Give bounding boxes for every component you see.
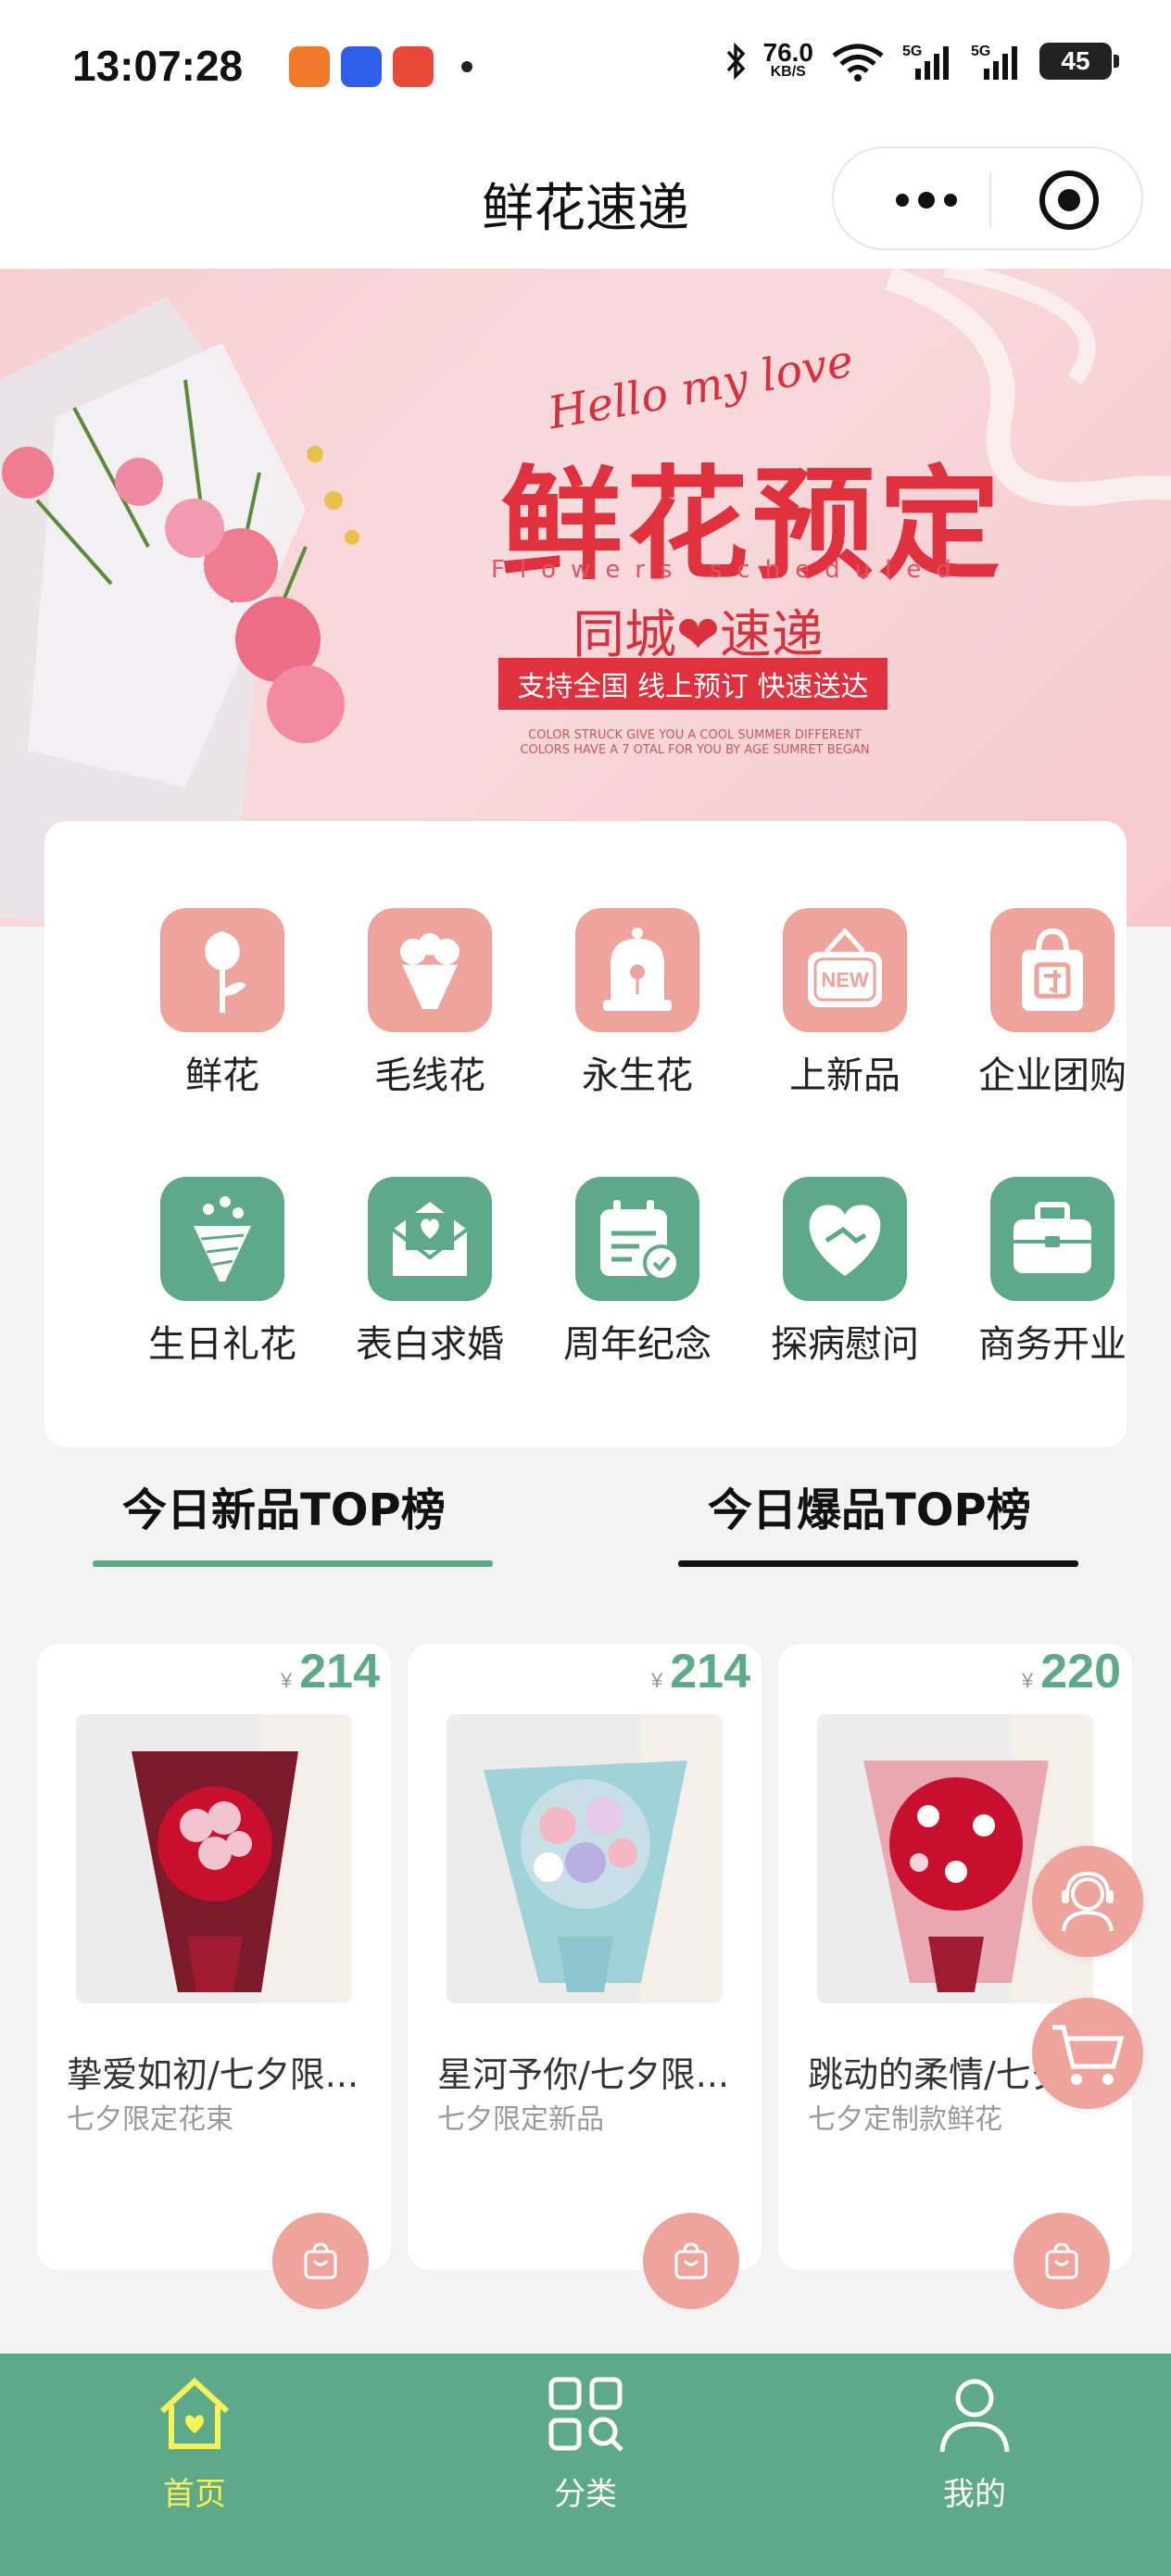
product-name: 挚爱如初/七夕限... xyxy=(67,2054,359,2095)
title-bar: 鲜花速递 xyxy=(0,139,1171,269)
product-subtitle: 七夕限定新品 xyxy=(437,2103,604,2136)
product-subtitle: 七夕定制款鲜花 xyxy=(808,2103,1002,2136)
bluetooth-icon xyxy=(726,42,745,81)
svg-text:NEW: NEW xyxy=(821,968,869,991)
shopping-cart-icon xyxy=(1052,2025,1125,2085)
notification-icons xyxy=(289,46,472,87)
signal-5g-icon: 5G xyxy=(902,44,949,80)
more-menu-button[interactable] xyxy=(880,148,973,252)
product-price: ¥214 xyxy=(650,1645,750,1698)
glass-dome-icon xyxy=(575,908,699,1032)
category-new-arrivals[interactable]: NEW 上新品 xyxy=(752,908,938,1099)
banner-tagline: 支持全国 线上预订 快速送达 xyxy=(498,658,888,710)
svg-text:5G: 5G xyxy=(971,44,990,59)
app-notification-icon xyxy=(341,46,382,87)
love-letter-icon xyxy=(368,1177,492,1301)
calendar-check-icon xyxy=(575,1177,699,1301)
tab-new-top-underline xyxy=(93,1560,493,1567)
status-time: 13:07:28 xyxy=(72,42,244,90)
product-name: 星河予你/七夕限... xyxy=(437,2054,730,2095)
miniprogram-capsule xyxy=(832,146,1143,250)
banner-small-text: COLOR STRUCK GIVE YOU A COOL SUMMER DIFF… xyxy=(520,728,870,757)
add-to-cart-button[interactable] xyxy=(1014,2213,1110,2309)
nav-profile[interactable]: 我的 xyxy=(882,2372,1067,2514)
tab-hot-top[interactable]: 今日爆品TOP榜 xyxy=(708,1473,1031,1538)
flower-cone-icon xyxy=(160,1177,284,1301)
app-notification-icon xyxy=(393,46,434,87)
group-buy-bag-icon xyxy=(990,908,1114,1032)
customer-service-button[interactable] xyxy=(1032,1846,1143,1957)
cart-button[interactable] xyxy=(1032,1998,1143,2109)
signal-5g-icon: 5G xyxy=(971,44,1017,80)
product-subtitle: 七夕限定花束 xyxy=(67,2103,233,2136)
capsule-divider xyxy=(989,172,991,228)
product-image xyxy=(76,1714,352,2003)
bottom-navigation: 首页 分类 我的 xyxy=(0,2354,1171,2576)
close-miniprogram-button[interactable] xyxy=(1039,170,1099,230)
category-anniversary[interactable]: 周年纪念 xyxy=(545,1177,730,1368)
banner-hello-text: Hello my love xyxy=(544,335,858,440)
product-price: ¥214 xyxy=(280,1645,380,1698)
user-icon xyxy=(939,2379,1010,2453)
category-grid: 鲜花 毛线花 永生花 NEW 上新品 企业团购 生日礼花 表白求婚 周年纪念 探… xyxy=(44,821,1127,1447)
status-indicators: 76.0 KB/S 5G 5G 45 xyxy=(724,38,1119,82)
wifi-icon xyxy=(832,44,884,82)
nav-category[interactable]: 分类 xyxy=(493,2372,678,2514)
category-birthday-flowers[interactable]: 生日礼花 xyxy=(130,1177,315,1368)
category-flowers[interactable]: 鲜花 xyxy=(130,908,315,1099)
tab-new-top[interactable]: 今日新品TOP榜 xyxy=(122,1473,446,1538)
status-bar: 13:07:28 76.0 KB/S 5G 5G 45 xyxy=(0,0,1171,139)
svg-text:5G: 5G xyxy=(902,44,922,59)
home-icon xyxy=(159,2377,230,2449)
new-sign-icon: NEW xyxy=(783,908,907,1032)
add-to-cart-button[interactable] xyxy=(643,2213,739,2309)
heart-handshake-icon xyxy=(783,1177,907,1301)
app-notification-icon xyxy=(289,46,330,87)
headset-agent-icon xyxy=(1062,1871,1114,1932)
banner-subtitle: 同城❤速递 xyxy=(573,605,824,665)
nav-home[interactable]: 首页 xyxy=(102,2372,287,2514)
battery-level: 45 xyxy=(1061,46,1090,75)
tab-hot-top-underline xyxy=(678,1560,1078,1567)
rose-icon xyxy=(160,908,284,1032)
category-corporate-group-buy[interactable]: 企业团购 xyxy=(960,908,1145,1099)
add-to-cart-button[interactable] xyxy=(272,2213,369,2309)
bouquet-icon xyxy=(368,908,492,1032)
product-card[interactable]: ¥214 星河予你/七夕限... 七夕限定新品 xyxy=(408,1644,762,2309)
product-card[interactable]: ¥214 挚爱如初/七夕限... 七夕限定花束 xyxy=(37,1644,391,2309)
briefcase-icon xyxy=(990,1177,1114,1301)
net-speed: 76.0 KB/S xyxy=(762,38,814,81)
banner-english: Flowers scheduled xyxy=(491,556,966,584)
shopping-bag-icon xyxy=(1045,2242,1078,2279)
category-preserved-flowers[interactable]: 永生花 xyxy=(545,908,730,1099)
shopping-bag-icon xyxy=(304,2242,337,2279)
shopping-bag-icon xyxy=(674,2242,708,2279)
category-get-well[interactable]: 探病慰问 xyxy=(752,1177,938,1368)
product-image xyxy=(447,1714,723,2003)
category-business-opening[interactable]: 商务开业 xyxy=(960,1177,1145,1368)
category-confession-proposal[interactable]: 表白求婚 xyxy=(337,1177,523,1368)
page: 13:07:28 76.0 KB/S 5G 5G 45 鲜花速递 Hello m… xyxy=(0,0,1171,2576)
category-search-icon xyxy=(548,2377,623,2452)
more-dots-icon xyxy=(896,194,909,207)
battery-icon: 45 xyxy=(1039,43,1119,80)
product-card[interactable]: ¥220 跳动的柔情/七夕 七夕定制款鲜花 xyxy=(778,1644,1132,2309)
product-price: ¥220 xyxy=(1021,1645,1121,1698)
category-yarn-flowers[interactable]: 毛线花 xyxy=(337,908,523,1099)
more-notifications-dot xyxy=(461,61,472,72)
